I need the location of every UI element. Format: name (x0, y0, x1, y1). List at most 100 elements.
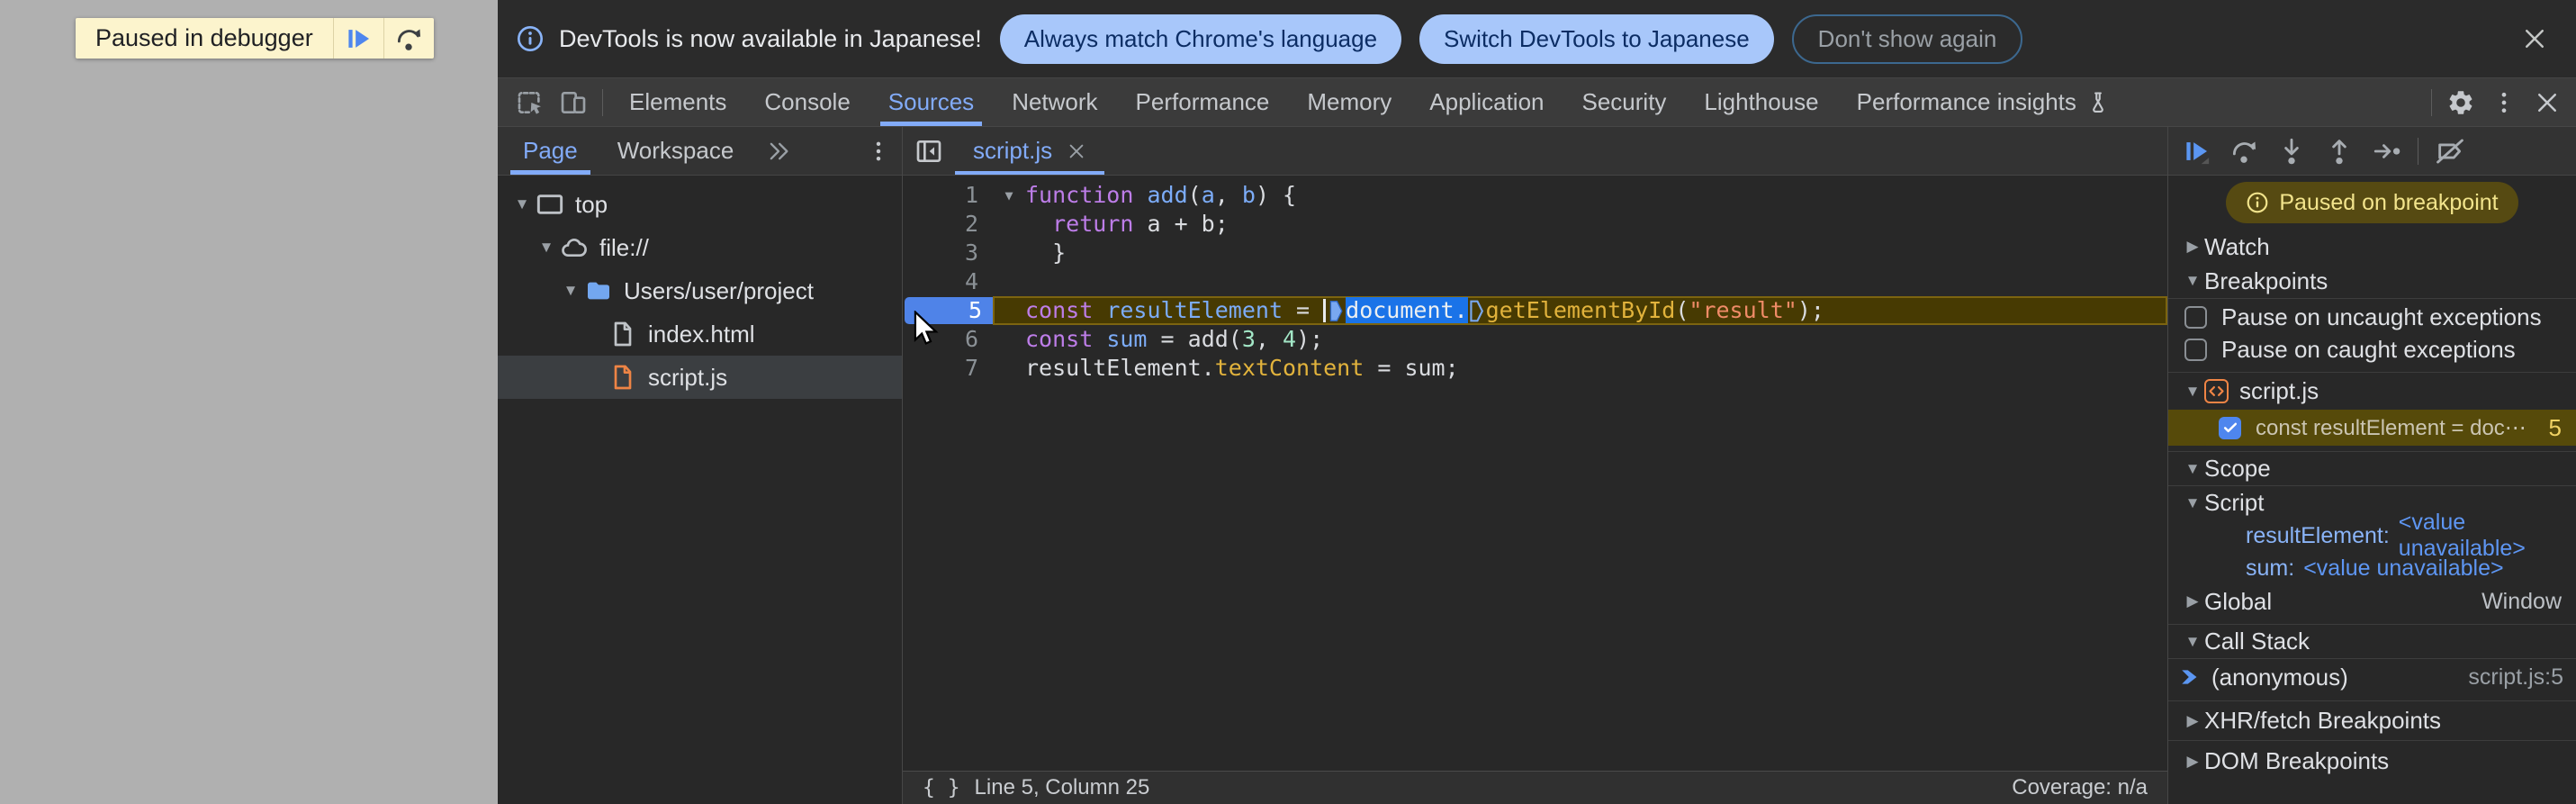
chevron-down-icon[interactable]: ▼ (510, 195, 534, 213)
chevrons-icon (766, 139, 791, 164)
tab-label: Network (1012, 88, 1098, 115)
inspect-icon (516, 88, 545, 117)
pause-caught-row[interactable]: Pause on caught exceptions (2168, 332, 2576, 366)
notification-close-button[interactable] (2515, 19, 2554, 59)
editor-tab-scriptjs[interactable]: script.js (955, 127, 1105, 175)
always-match-language-button[interactable]: Always match Chrome's language (999, 14, 1402, 64)
tree-item-label: Users/user/project (624, 276, 814, 304)
tab-workspace[interactable]: Workspace (610, 127, 742, 175)
code-line-body (993, 267, 2167, 296)
tab-performance[interactable]: Performance (1117, 78, 1289, 126)
token: resultElement (1106, 297, 1283, 323)
pause-uncaught-label: Pause on uncaught exceptions (2221, 303, 2542, 330)
section-xhr-breakpoints[interactable]: ▶ XHR/fetch Breakpoints (2168, 700, 2576, 740)
code-text: } (1025, 239, 1066, 267)
tab-elements[interactable]: Elements (610, 78, 745, 126)
checkbox-unchecked[interactable] (2184, 306, 2207, 329)
tree-item-index-html[interactable]: index.html (498, 312, 902, 356)
tab-memory[interactable]: Memory (1288, 78, 1410, 126)
section-dom-breakpoints[interactable]: ▶ DOM Breakpoints (2168, 740, 2576, 781)
step-button[interactable] (2363, 127, 2410, 175)
pause-uncaught-row[interactable]: Pause on uncaught exceptions (2168, 298, 2576, 332)
line-number-7[interactable]: 7 (903, 354, 993, 383)
scope-variables: resultElement: <value unavailable> sum: <va… (2168, 510, 2576, 584)
position-marker-filled-icon[interactable] (1329, 299, 1344, 323)
chevron-down-icon[interactable]: ▼ (559, 282, 582, 300)
inspect-element-button[interactable] (509, 78, 552, 126)
code-text: const resultElement = document. getElemen… (1025, 296, 1824, 325)
line-number-1[interactable]: 1 (903, 181, 993, 210)
tab-page[interactable]: Page (510, 127, 590, 175)
toggle-navigator-button[interactable] (903, 127, 955, 175)
tab-security[interactable]: Security (1563, 78, 1686, 126)
switch-devtools-japanese-button[interactable]: Switch DevTools to Japanese (1419, 14, 1774, 64)
overlay-resume-button[interactable] (332, 18, 383, 59)
breakpoint-item[interactable]: const resultElement = doc⋯ 5 (2168, 410, 2576, 446)
scope-global-section[interactable]: ▶ Global Window (2168, 584, 2576, 619)
cloud-icon (558, 231, 590, 264)
tab-label: Application (1429, 88, 1545, 115)
fold-arrow-icon[interactable]: ▼ (993, 187, 1025, 203)
code-editor[interactable]: 1 ▼ function add(a, b) {2 return a + b; 3 }… (903, 176, 2167, 771)
step-icon (2372, 136, 2402, 167)
position-marker-outline-icon[interactable] (1469, 299, 1484, 323)
resume-button[interactable] (2172, 127, 2220, 175)
tab-lighthouse[interactable]: Lighthouse (1685, 78, 1837, 126)
tab-application[interactable]: Application (1410, 78, 1563, 126)
tree-item-top[interactable]: ▼ top (498, 183, 902, 226)
chevron-down-icon: ▼ (2184, 493, 2201, 511)
code-line-body: resultElement.textContent = sum; (993, 354, 2167, 383)
chevron-down-icon[interactable]: ▼ (535, 239, 558, 257)
code-line-5: 5 const resultElement = document. getEleme… (903, 296, 2167, 345)
settings-button[interactable] (2439, 78, 2482, 126)
cursor-position: Line 5, Column 25 (974, 775, 1150, 799)
code-line-body: ▼ function add(a, b) { (993, 181, 2167, 210)
global-value: Window (2481, 588, 2562, 614)
breakpoint-checkbox[interactable] (2219, 416, 2241, 439)
code-line-2: 2 return a + b; (903, 210, 2167, 239)
line-number-2[interactable]: 2 (903, 210, 993, 239)
step-over-icon (393, 23, 424, 54)
tree-item-file-[interactable]: ▼ file:// (498, 226, 902, 269)
section-scope[interactable]: ▼ Scope (2168, 451, 2576, 485)
folder-icon (582, 275, 615, 307)
section-callstack[interactable]: ▼ Call Stack (2168, 624, 2576, 658)
tab-network[interactable]: Network (993, 78, 1116, 126)
pretty-print-icon[interactable]: { } (923, 776, 960, 799)
tree-item-script-js[interactable]: script.js (498, 356, 902, 399)
step-out-button[interactable] (2315, 127, 2363, 175)
section-breakpoints[interactable]: ▼ Breakpoints (2168, 264, 2576, 298)
resume-icon (343, 23, 374, 54)
line-number-4[interactable]: 4 (903, 267, 993, 296)
angle-brackets-icon (2207, 382, 2226, 401)
tab-performance-insights[interactable]: Performance insights (1838, 78, 2130, 126)
tab-console[interactable]: Console (745, 78, 869, 126)
breakpoint-file-group[interactable]: ▼ script.js (2168, 372, 2576, 410)
token: = sum; (1364, 355, 1459, 381)
devtools-menu-button[interactable] (2482, 78, 2526, 126)
line-number-5[interactable]: 5 (903, 296, 993, 345)
device-toolbar-button[interactable] (552, 78, 595, 126)
line-number-3[interactable]: 3 (903, 239, 993, 267)
dont-show-again-button[interactable]: Don't show again (1791, 14, 2023, 64)
token: a (1201, 182, 1215, 208)
code-text: const sum = add(3, 4); (1025, 325, 1323, 354)
callstack-frame[interactable]: (anonymous) script.js:5 (2168, 659, 2576, 695)
checkbox-unchecked[interactable] (2184, 338, 2207, 361)
deactivate-breakpoints-button[interactable] (2426, 127, 2473, 175)
text-caret (1323, 299, 1327, 322)
tab-sources[interactable]: Sources (869, 78, 993, 126)
step-into-button[interactable] (2267, 127, 2315, 175)
section-watch[interactable]: ▶ Watch (2168, 230, 2576, 264)
overlay-step-over-button[interactable] (383, 18, 434, 59)
token: a + b; (1133, 211, 1229, 237)
token: , (1255, 326, 1283, 352)
navigator-menu-button[interactable] (855, 127, 902, 175)
more-tabs-button[interactable] (766, 127, 791, 175)
tab-label: Console (764, 88, 851, 115)
step-over-button[interactable] (2220, 127, 2267, 175)
chevron-down-icon: ▼ (2184, 632, 2201, 650)
tree-item-users-user-project[interactable]: ▼ Users/user/project (498, 269, 902, 312)
devtools-close-button[interactable] (2526, 78, 2569, 126)
close-icon[interactable] (1067, 141, 1086, 161)
